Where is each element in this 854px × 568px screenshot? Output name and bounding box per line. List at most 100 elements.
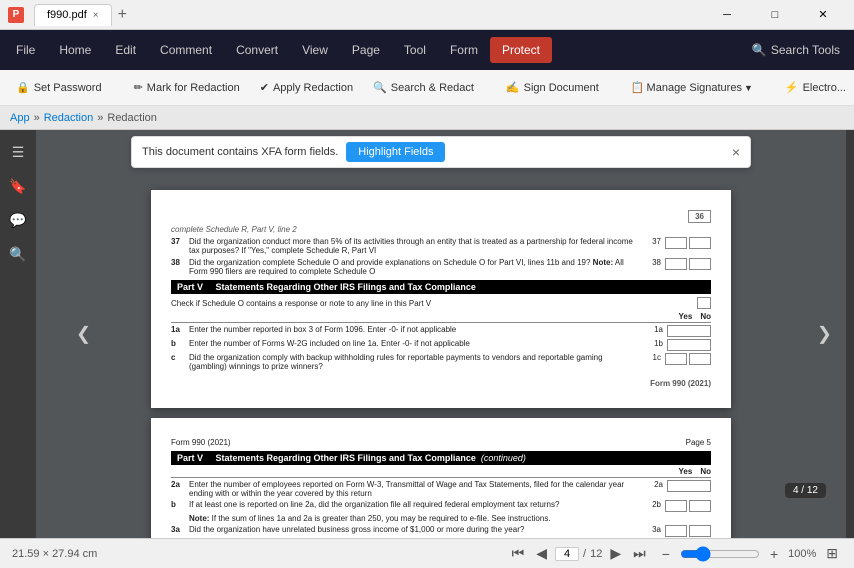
- new-tab-button[interactable]: +: [112, 6, 133, 24]
- page-separator: /: [583, 548, 586, 560]
- row1a: 1a Enter the number reported in box 3 of…: [171, 325, 711, 337]
- breadcrumb: App » Redaction » Redaction: [0, 106, 854, 130]
- search-tools-label: Search Tools: [771, 43, 840, 57]
- nav-right-arrow[interactable]: ❯: [817, 324, 832, 345]
- menu-file[interactable]: File: [4, 37, 47, 63]
- manage-signatures-label: Manage Signatures: [647, 82, 742, 94]
- zoom-level: 100%: [788, 548, 816, 560]
- total-pages: 12: [590, 548, 602, 560]
- electronic-button[interactable]: ⚡ Electro...: [777, 77, 854, 98]
- electronic-icon: ⚡: [785, 81, 799, 94]
- search-icon: 🔍: [752, 43, 767, 57]
- zoom-in-button[interactable]: +: [766, 544, 782, 564]
- mark-icon: ✏: [134, 81, 143, 94]
- status-bar: 21.59 × 27.94 cm ⏮ ◀ / 12 ▶ ⏭ − + 100% ⊞: [0, 538, 854, 568]
- tab-f990[interactable]: f990.pdf ×: [34, 4, 112, 26]
- nav-next-button[interactable]: ▶: [606, 543, 625, 564]
- menu-page[interactable]: Page: [340, 37, 392, 63]
- window-controls: ─ □ ✕: [704, 0, 846, 30]
- menu-bar: File Home Edit Comment Convert View Page…: [0, 30, 854, 70]
- schedule-o-check: Check if Schedule O contains a response …: [171, 297, 711, 309]
- dimensions-label: 21.59 × 27.94 cm: [12, 548, 500, 560]
- tab-bar: f990.pdf × +: [34, 4, 698, 26]
- row36-text: complete Schedule R, Part V, line 2: [171, 225, 711, 234]
- nav-last-button[interactable]: ⏭: [629, 543, 650, 564]
- page-navigation: ⏮ ◀ / 12 ▶ ⏭: [508, 543, 650, 564]
- page2-header-left: Form 990 (2021): [171, 438, 231, 447]
- set-password-button[interactable]: 🔒 Set Password: [8, 77, 110, 98]
- menu-tool[interactable]: Tool: [392, 37, 438, 63]
- current-page-input[interactable]: [555, 547, 579, 561]
- menu-edit[interactable]: Edit: [103, 37, 148, 63]
- sidebar-comment-icon[interactable]: 💬: [4, 206, 32, 234]
- search-redact-button[interactable]: 🔍 Search & Redact: [365, 77, 482, 98]
- page2-header: Form 990 (2021) Page 5: [171, 438, 711, 447]
- sign-icon: ✍: [506, 81, 520, 94]
- row3a: 3a Did the organization have unrelated b…: [171, 525, 711, 537]
- row38: 38 Did the organization complete Schedul…: [171, 258, 711, 276]
- row1b: b Enter the number of Forms W-2G include…: [171, 339, 711, 351]
- row37: 37 Did the organization conduct more tha…: [171, 237, 711, 255]
- breadcrumb-sep1: »: [34, 112, 40, 124]
- pdf-page-1: 36 complete Schedule R, Part V, line 2 3…: [151, 190, 731, 408]
- part-v-header: Part V Statements Regarding Other IRS Fi…: [171, 280, 711, 294]
- app-icon: P: [8, 7, 24, 23]
- form-number-p1: Form 990 (2021): [171, 379, 711, 388]
- sidebar-search-icon[interactable]: 🔍: [4, 240, 32, 268]
- menu-view[interactable]: View: [290, 37, 340, 63]
- xfa-message: This document contains XFA form fields.: [142, 146, 338, 158]
- apply-icon: ✔: [260, 81, 269, 94]
- pdf-area: This document contains XFA form fields. …: [36, 130, 846, 538]
- part-v-header-p2: Part V Statements Regarding Other IRS Fi…: [171, 451, 711, 465]
- yes-no-col-headers-p2: YesNo: [171, 467, 711, 478]
- menu-comment[interactable]: Comment: [148, 37, 224, 63]
- zoom-slider[interactable]: [680, 546, 760, 562]
- mark-redaction-button[interactable]: ✏ Mark for Redaction: [126, 77, 248, 98]
- highlight-fields-button[interactable]: Highlight Fields: [346, 142, 445, 162]
- row2b: b If at least one is reported on line 2a…: [171, 500, 711, 512]
- title-bar: P f990.pdf × + ─ □ ✕: [0, 0, 854, 30]
- nav-left-arrow[interactable]: ❮: [76, 324, 91, 345]
- sidebar-bookmark-icon[interactable]: 🔖: [4, 172, 32, 200]
- maximize-button[interactable]: □: [752, 0, 798, 30]
- sign-document-button[interactable]: ✍ Sign Document: [498, 77, 607, 98]
- page-badge: 4 / 12: [785, 483, 826, 498]
- lock-icon: 🔒: [16, 81, 30, 94]
- nav-prev-button[interactable]: ◀: [532, 543, 551, 564]
- breadcrumb-app[interactable]: App: [10, 112, 30, 124]
- zoom-out-button[interactable]: −: [658, 544, 674, 564]
- xfa-notification-bar: This document contains XFA form fields. …: [131, 136, 751, 168]
- row1c: c Did the organization comply with backu…: [171, 353, 711, 371]
- breadcrumb-redaction[interactable]: Redaction: [44, 112, 94, 124]
- close-tab-button[interactable]: ×: [93, 10, 99, 21]
- nav-first-button[interactable]: ⏮: [508, 543, 529, 564]
- menu-form[interactable]: Form: [438, 37, 490, 63]
- content-area: ☰ 🔖 💬 🔍 This document contains XFA form …: [0, 130, 854, 538]
- left-sidebar: ☰ 🔖 💬 🔍: [0, 130, 36, 538]
- search-redact-label: Search & Redact: [391, 82, 474, 94]
- sidebar-menu-icon[interactable]: ☰: [4, 138, 32, 166]
- pdf-page-2: Form 990 (2021) Page 5 Part V Statements…: [151, 418, 731, 538]
- menu-convert[interactable]: Convert: [224, 37, 290, 63]
- chevron-down-icon: ▼: [744, 83, 753, 93]
- manage-icon: 📋: [631, 81, 645, 94]
- sign-document-label: Sign Document: [524, 82, 599, 94]
- set-password-label: Set Password: [34, 82, 102, 94]
- manage-signatures-button[interactable]: 📋 Manage Signatures ▼: [623, 77, 761, 98]
- menu-home[interactable]: Home: [47, 37, 103, 63]
- apply-redaction-button[interactable]: ✔ Apply Redaction: [252, 77, 361, 98]
- search-tools-button[interactable]: 🔍 Search Tools: [742, 39, 850, 61]
- breadcrumb-sep2: »: [97, 112, 103, 124]
- menu-protect[interactable]: Protect: [490, 37, 552, 63]
- tab-filename: f990.pdf: [47, 9, 87, 21]
- row2a: 2a Enter the number of employees reporte…: [171, 480, 711, 498]
- yes-no-col-headers: YesNo: [171, 312, 711, 323]
- toolbar: 🔒 Set Password ✏ Mark for Redaction ✔ Ap…: [0, 70, 854, 106]
- xfa-close-button[interactable]: ×: [732, 144, 740, 160]
- breadcrumb-current: Redaction: [107, 112, 157, 124]
- fit-page-button[interactable]: ⊞: [822, 543, 842, 564]
- minimize-button[interactable]: ─: [704, 0, 750, 30]
- close-window-button[interactable]: ✕: [800, 0, 846, 30]
- note-row: Note: If the sum of lines 1a and 2a is g…: [189, 514, 711, 523]
- apply-redaction-label: Apply Redaction: [273, 82, 353, 94]
